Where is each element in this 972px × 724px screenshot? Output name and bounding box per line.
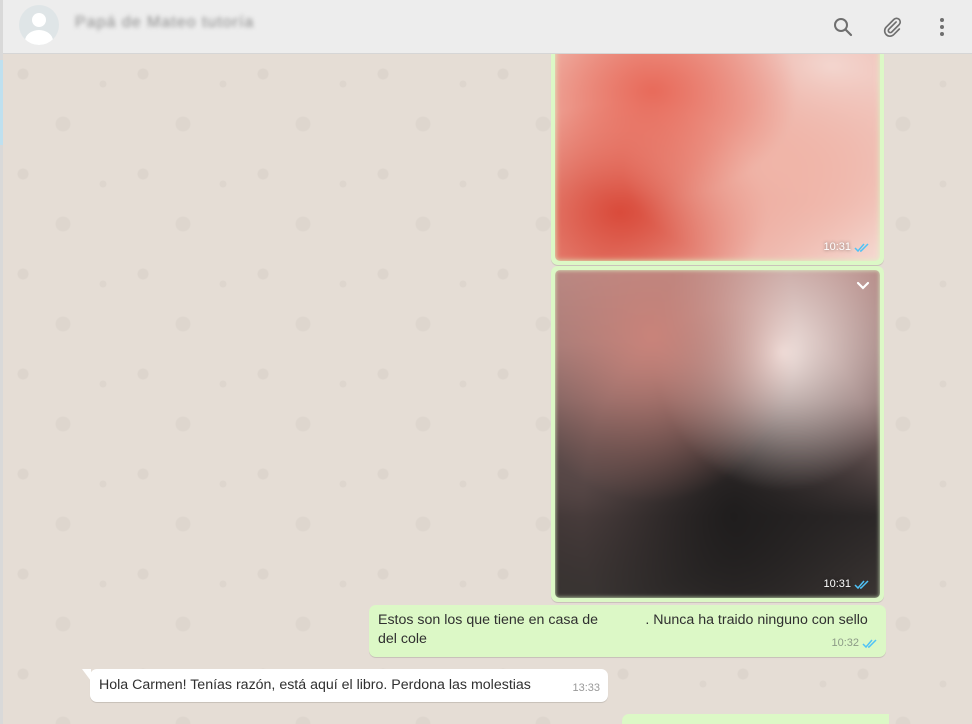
read-ticks-icon [862,639,877,649]
message-text: Hola Carmen! Tenías razón, está aquí el … [99,677,531,693]
search-button[interactable] [828,12,858,42]
chat-panel: 10:31 10:31 Estos son los que tiene en c… [3,54,972,724]
message-meta: 10:31 [823,241,870,253]
message-meta: 10:32 [831,634,878,653]
message-text-line: Estos son los que tiene en casa de . Nun… [378,612,868,628]
image-message[interactable]: 10:31 [551,266,884,602]
image-message[interactable]: 10:31 [551,54,884,265]
message-menu-button[interactable] [856,278,870,296]
attach-button[interactable] [877,12,907,42]
read-ticks-icon [854,579,869,589]
message-meta: 10:31 [823,578,870,590]
incoming-message[interactable]: Hola Carmen! Tenías razón, está aquí el … [82,669,608,702]
avatar[interactable] [19,5,59,45]
bubble-tail [82,669,91,681]
message-text-line: del cole [378,631,427,647]
search-icon [834,18,853,37]
photo[interactable] [555,54,880,261]
menu-icon [940,18,944,36]
menu-button[interactable] [927,12,957,42]
message-meta: 13:33 [572,682,600,694]
attach-icon [883,17,902,37]
contact-name[interactable]: Papá de Mateo tutoría [75,14,254,32]
outgoing-message[interactable] [622,714,889,724]
chat-header: Papá de Mateo tutoría [3,0,972,54]
outgoing-message[interactable]: Estos son los que tiene en casa de . Nun… [369,605,886,657]
photo[interactable] [555,270,880,598]
chevron-down-icon [856,281,870,290]
read-ticks-icon [854,242,869,252]
